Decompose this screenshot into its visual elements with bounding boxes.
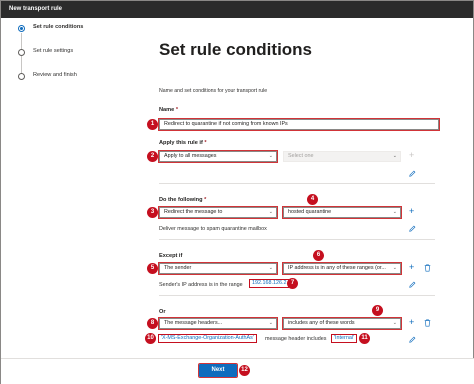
exception-subject-value: The sender: [164, 265, 192, 271]
header-name-link[interactable]: 'X-MS-Exchange-Organization-AuthAs': [158, 334, 257, 343]
transport-rule-window: New transport rule Set rule conditions S…: [0, 0, 474, 384]
plus-icon[interactable]: +: [409, 318, 414, 327]
chevron-down-icon: ⌄: [268, 265, 273, 271]
callout-badge: 2: [147, 151, 158, 162]
ip-range-link[interactable]: 192.168.126.2: [249, 279, 290, 288]
exception-subject-select[interactable]: The sender ⌄: [158, 262, 278, 275]
step-label: Review and finish: [33, 72, 77, 78]
or-label: Or: [159, 309, 166, 315]
page-title: Set rule conditions: [159, 40, 313, 59]
chevron-down-icon: ⌄: [268, 209, 273, 215]
or-subject-value: The message headers...: [164, 320, 223, 326]
action-target-select[interactable]: hosted quarantine ⌄: [282, 206, 402, 219]
callout-badge: 11: [359, 333, 370, 344]
main-panel: Set rule conditions Name and set conditi…: [141, 18, 474, 358]
step-label: Set rule conditions: [33, 24, 84, 30]
exception-predicate-value: IP address is in any of these ranges (or…: [288, 265, 386, 271]
section-divider: [159, 295, 435, 296]
required-mark: *: [204, 197, 207, 203]
exception-predicate-select[interactable]: IP address is in any of these ranges (or…: [282, 262, 402, 275]
or-predicate-value: includes any of these words: [288, 320, 355, 326]
chevron-down-icon: ⌄: [268, 320, 273, 326]
callout-badge: 9: [372, 305, 383, 316]
plus-icon: +: [409, 150, 415, 160]
callout-badge: 7: [287, 278, 298, 289]
callout-badge: 12: [239, 365, 250, 376]
section-divider: [159, 183, 435, 184]
secondary-placeholder: Select one: [288, 153, 314, 159]
do-following-label: Do the following *: [159, 197, 206, 203]
except-if-label: Except if: [159, 253, 183, 259]
apply-rule-label-text: Apply this rule if: [159, 140, 203, 146]
section-divider: [159, 239, 435, 240]
pencil-icon[interactable]: [409, 225, 416, 232]
rule-name-input[interactable]: Redirect to quarantine if not coming fro…: [158, 118, 440, 131]
callout-badge: 4: [307, 194, 318, 205]
action-target-value: hosted quarantine: [288, 209, 332, 215]
apply-condition-secondary-select: Select one ⌄: [283, 151, 401, 162]
apply-rule-label: Apply this rule if *: [159, 140, 207, 146]
plus-icon[interactable]: +: [409, 263, 414, 272]
chevron-down-icon: ⌄: [392, 320, 397, 326]
header-words-link[interactable]: 'Internal': [331, 334, 358, 343]
callout-badge: 8: [147, 318, 158, 329]
callout-badge: 5: [147, 263, 158, 274]
callout-badge: 10: [145, 333, 156, 344]
or-summary-middle: message header includes: [265, 336, 327, 342]
pencil-icon[interactable]: [409, 336, 416, 343]
chevron-down-icon: ⌄: [392, 209, 397, 215]
chevron-down-icon: ⌄: [268, 153, 273, 159]
callout-badge: 6: [313, 250, 324, 261]
apply-condition-select[interactable]: Apply to all messages ⌄: [158, 150, 278, 163]
wizard-footer: [1, 358, 474, 384]
name-label-text: Name: [159, 107, 175, 113]
step-current-indicator: [18, 25, 25, 32]
step-indicator: [18, 49, 25, 56]
window-title: New transport rule: [1, 1, 473, 18]
action-summary: Deliver message to spam quarantine mailb…: [159, 226, 267, 232]
chevron-down-icon: ⌄: [392, 265, 397, 271]
pencil-icon[interactable]: [409, 281, 416, 288]
page-description: Name and set conditions for your transpo…: [159, 88, 268, 94]
trash-icon[interactable]: [424, 264, 431, 272]
do-following-label-text: Do the following: [159, 197, 203, 203]
callout-badge: 3: [147, 207, 158, 218]
trash-icon[interactable]: [424, 319, 431, 327]
name-label: Name *: [159, 107, 178, 113]
apply-condition-value: Apply to all messages: [164, 153, 217, 159]
next-button[interactable]: Next: [198, 363, 238, 378]
action-select[interactable]: Redirect the message to ⌄: [158, 206, 278, 219]
chevron-down-icon: ⌄: [392, 153, 397, 159]
or-subject-select[interactable]: The message headers... ⌄: [158, 317, 278, 330]
required-mark: *: [175, 107, 178, 113]
step-indicator: [18, 73, 25, 80]
action-value: Redirect the message to: [164, 209, 223, 215]
or-predicate-select[interactable]: includes any of these words ⌄: [282, 317, 402, 330]
step-label: Set rule settings: [33, 48, 74, 54]
pencil-icon[interactable]: [409, 170, 416, 177]
exception-summary-prefix: Sender's IP address is in the range: [159, 282, 243, 288]
required-mark: *: [204, 140, 207, 146]
plus-icon[interactable]: +: [409, 207, 414, 216]
callout-badge: 1: [147, 119, 158, 130]
